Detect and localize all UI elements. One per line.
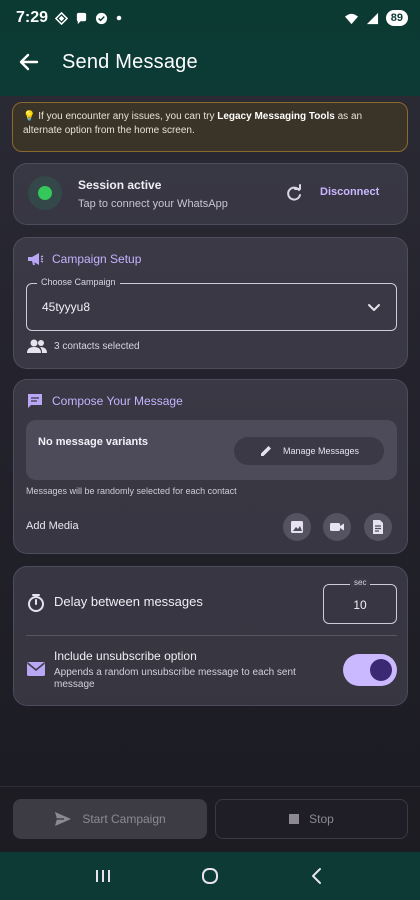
disconnect-button[interactable]: Disconnect [320, 186, 379, 198]
unsubscribe-toggle[interactable] [343, 654, 397, 686]
dot-icon [116, 15, 122, 21]
status-dot [38, 186, 52, 200]
document-icon [373, 520, 383, 534]
compose-header: Compose Your Message [26, 392, 183, 410]
mail-icon [26, 662, 46, 676]
compose-title: Compose Your Message [52, 394, 183, 408]
page-title: Send Message [62, 50, 198, 73]
start-campaign-button[interactable]: Start Campaign [13, 799, 207, 839]
home-icon [201, 868, 218, 884]
add-video-button[interactable] [323, 513, 351, 541]
refresh-icon[interactable] [284, 184, 304, 204]
back-button[interactable] [0, 38, 58, 86]
session-subtitle: Tap to connect your WhatsApp [78, 198, 228, 210]
notice-bold-text: Legacy Messaging Tools [217, 111, 335, 122]
people-icon [27, 339, 47, 353]
manage-messages-button[interactable]: Manage Messages [234, 437, 384, 465]
add-media-label: Add Media [26, 520, 79, 532]
stop-label: Stop [309, 812, 334, 826]
add-image-button[interactable] [283, 513, 311, 541]
delay-input[interactable]: sec 10 [323, 578, 397, 624]
chat-bubble-icon [76, 12, 87, 24]
toggle-knob [370, 659, 392, 681]
add-document-button[interactable] [364, 513, 392, 541]
session-title: Session active [78, 178, 162, 192]
manage-messages-label: Manage Messages [282, 446, 360, 456]
image-icon [291, 521, 303, 533]
signal-icon [366, 12, 378, 24]
divider [26, 635, 397, 636]
lightbulb-icon: 💡 [23, 111, 36, 122]
compose-card: Compose Your Message No message variants… [13, 379, 408, 554]
delay-label: Delay between messages [54, 594, 203, 609]
stop-button[interactable]: Stop [215, 799, 408, 839]
campaign-select-label: Choose Campaign [37, 277, 120, 287]
video-icon [330, 523, 344, 531]
message-icon [28, 394, 42, 408]
info-notice: 💡 If you encounter any issues, you can t… [12, 102, 408, 152]
app-bar: Send Message [0, 38, 420, 86]
megaphone-icon [28, 253, 44, 265]
action-bar: Start Campaign Stop [0, 786, 420, 852]
unsubscribe-description: Appends a random unsubscribe message to … [54, 667, 296, 690]
no-variants-text: No message variants [38, 436, 149, 448]
session-card[interactable]: Session active Tap to connect your Whats… [13, 163, 408, 225]
chevron-down-icon [368, 304, 380, 311]
home-button[interactable] [190, 856, 230, 896]
stop-icon [289, 814, 300, 824]
timer-icon [28, 594, 44, 612]
send-icon [55, 812, 72, 826]
top-bar: 7:29 89 Send Message [0, 0, 420, 96]
chevron-left-icon [311, 868, 321, 884]
recents-icon [96, 870, 111, 882]
delay-unit-label: sec [350, 578, 371, 587]
campaign-select[interactable]: Choose Campaign 45tyyyu8 [26, 277, 397, 331]
pencil-icon [260, 446, 271, 456]
content-area: 💡 If you encounter any issues, you can t… [0, 96, 420, 786]
campaign-select-value: 45tyyyu8 [42, 300, 91, 314]
campaign-setup-header: Campaign Setup [26, 251, 141, 267]
delay-value: 10 [353, 598, 367, 612]
recents-button[interactable] [83, 856, 123, 896]
settings-card: Delay between messages sec 10 Include un… [13, 566, 408, 706]
nav-back-button[interactable] [297, 856, 337, 896]
unsubscribe-title: Include unsubscribe option [54, 649, 197, 663]
wifi-icon [344, 13, 358, 24]
random-selection-note: Messages will be randomly selected for e… [26, 486, 237, 496]
message-variants-box: No message variants Manage Messages [26, 420, 397, 480]
gem-icon [55, 11, 69, 25]
system-nav-bar [0, 852, 420, 900]
contacts-count: 3 contacts selected [26, 338, 140, 354]
notice-text-before: If you encounter any issues, you can try [35, 111, 218, 122]
session-status-indicator [28, 176, 62, 210]
campaign-setup-title: Campaign Setup [52, 252, 142, 266]
contacts-text: 3 contacts selected [54, 340, 140, 352]
campaign-setup-card: Campaign Setup Choose Campaign 45tyyyu8 … [13, 237, 408, 369]
battery-icon: 89 [385, 10, 408, 26]
arrow-left-icon [19, 53, 39, 71]
status-time: 7:29 [16, 9, 49, 26]
start-campaign-label: Start Campaign [82, 812, 166, 826]
circle-badge-icon [95, 12, 108, 24]
status-bar: 7:29 89 [16, 6, 408, 30]
